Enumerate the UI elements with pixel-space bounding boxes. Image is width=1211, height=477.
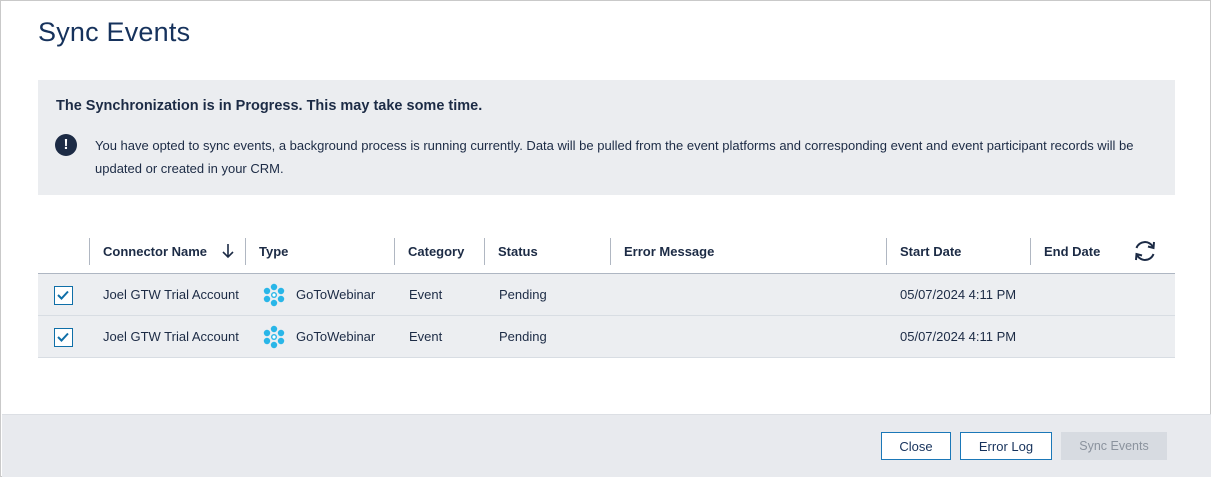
check-icon	[57, 290, 69, 300]
cell-connector-name: Joel GTW Trial Account	[103, 329, 239, 344]
column-divider	[886, 238, 887, 265]
cell-type: GoToWebinar	[296, 329, 376, 344]
column-header-category[interactable]: Category	[408, 230, 464, 274]
column-header-start-date[interactable]: Start Date	[900, 230, 961, 274]
cell-category: Event	[409, 287, 443, 302]
column-divider	[1030, 238, 1031, 265]
column-divider	[245, 238, 246, 265]
refresh-icon[interactable]	[1132, 238, 1158, 264]
error-log-button[interactable]: Error Log	[960, 432, 1052, 460]
row-checkbox[interactable]	[54, 328, 73, 347]
progress-banner: The Synchronization is in Progress. This…	[38, 80, 1175, 195]
column-header-status[interactable]: Status	[498, 230, 538, 274]
column-divider	[394, 238, 395, 265]
column-divider	[484, 238, 485, 265]
column-header-connector-name[interactable]: Connector Name	[103, 230, 207, 274]
cell-category: Event	[409, 329, 443, 344]
table-row[interactable]: Joel GTW Trial Account GoToWebinar Event…	[38, 274, 1175, 316]
arrow-down-icon[interactable]	[221, 242, 235, 260]
banner-heading: The Synchronization is in Progress. This…	[56, 98, 483, 114]
exclamation-circle-icon: !	[55, 134, 77, 156]
sync-events-button[interactable]: Sync Events	[1061, 432, 1167, 460]
column-header-error-message[interactable]: Error Message	[624, 230, 714, 274]
cell-connector-name: Joel GTW Trial Account	[103, 287, 239, 302]
sync-events-dialog: Sync Events The Synchronization is in Pr…	[0, 0, 1211, 477]
column-divider	[610, 238, 611, 265]
table-header: Connector Name Type Category Status Erro…	[38, 230, 1175, 274]
cell-type: GoToWebinar	[296, 287, 376, 302]
sync-events-table: Connector Name Type Category Status Erro…	[38, 230, 1175, 358]
row-checkbox[interactable]	[54, 286, 73, 305]
column-header-type[interactable]: Type	[259, 230, 288, 274]
cell-start-date: 05/07/2024 4:11 PM	[900, 287, 1017, 302]
cell-status: Pending	[499, 329, 547, 344]
cell-status: Pending	[499, 287, 547, 302]
close-button[interactable]: Close	[881, 432, 951, 460]
banner-message: You have opted to sync events, a backgro…	[95, 138, 1134, 176]
table-row[interactable]: Joel GTW Trial Account GoToWebinar Event…	[38, 316, 1175, 358]
column-header-end-date[interactable]: End Date	[1044, 230, 1100, 274]
column-divider	[89, 238, 90, 265]
check-icon	[57, 332, 69, 342]
cell-start-date: 05/07/2024 4:11 PM	[900, 329, 1017, 344]
gotowebinar-icon	[263, 283, 285, 307]
dialog-footer: Close Error Log Sync Events	[2, 414, 1211, 477]
gotowebinar-icon	[263, 325, 285, 349]
dialog-title: Sync Events	[38, 17, 191, 47]
